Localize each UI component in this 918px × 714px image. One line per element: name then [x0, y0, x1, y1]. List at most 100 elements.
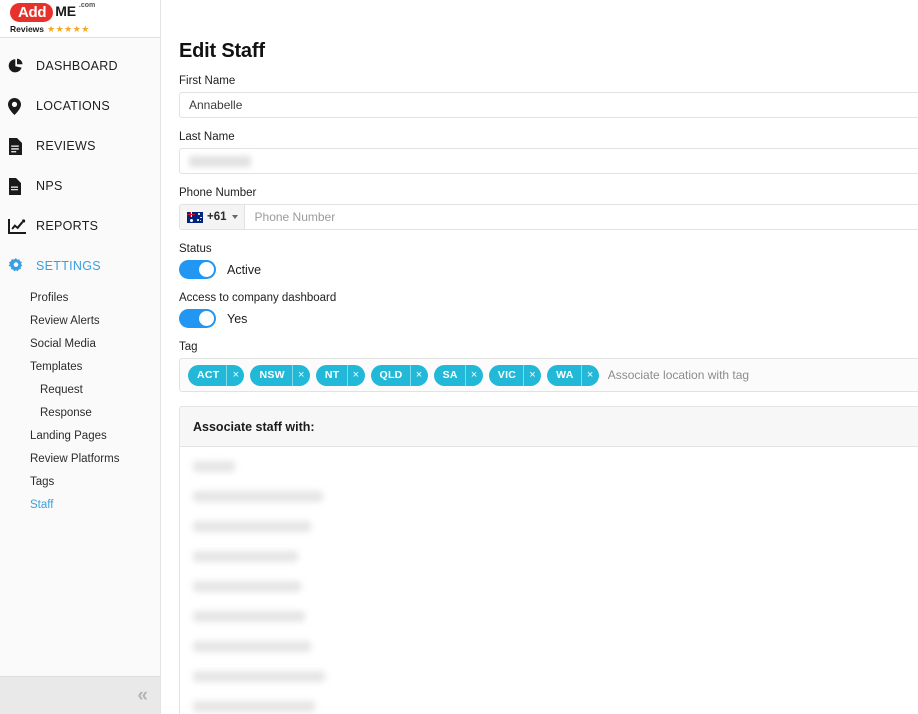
sidebar-item-label: LOCATIONS: [36, 99, 111, 113]
sidebar-item-settings[interactable]: SETTINGS: [0, 246, 160, 286]
sidebar-nav: DASHBOARD LOCATIONS REVIEWS NPS REPORTS …: [0, 38, 160, 516]
sidebar-subitem-landing-pages[interactable]: Landing Pages: [0, 424, 160, 447]
tag-pill-label: ACT: [197, 369, 220, 381]
chevron-double-left-icon: «: [137, 685, 148, 706]
tag-pill[interactable]: QLD ×: [370, 364, 428, 386]
tag-remove-icon[interactable]: ×: [291, 364, 310, 386]
sidebar-item-reports[interactable]: REPORTS: [0, 206, 160, 246]
sidebar-collapse-button[interactable]: «: [0, 676, 160, 714]
logo-me-text: ME: [55, 2, 76, 19]
tag-pill[interactable]: SA ×: [433, 364, 483, 386]
list-item[interactable]: [193, 671, 325, 682]
sidebar-item-label: SETTINGS: [36, 259, 101, 273]
list-item[interactable]: [193, 611, 305, 622]
sidebar-subitem-response[interactable]: Response: [0, 401, 160, 424]
tag-pill[interactable]: NSW ×: [250, 364, 310, 386]
tag-remove-icon[interactable]: ×: [523, 364, 541, 386]
first-name-input[interactable]: Annabelle: [179, 92, 918, 118]
associate-staff-list: [180, 447, 918, 712]
tag-pill-label: QLD: [379, 369, 403, 381]
app-root: Add ME .com Reviews ★★★★★ DASHBOARD LOCA…: [0, 0, 918, 714]
sidebar-item-reviews[interactable]: REVIEWS: [0, 126, 160, 166]
logo-wrap: Add ME .com Reviews ★★★★★: [10, 1, 115, 35]
tag-pill[interactable]: WA ×: [547, 364, 599, 386]
field-tag: Tag ACT × NSW × NT × QLD × SA × VIC × WA…: [179, 340, 918, 392]
associate-staff-header: Associate staff with:: [180, 407, 918, 447]
last-name-input[interactable]: [179, 148, 918, 174]
brand-logo[interactable]: Add ME .com Reviews ★★★★★: [0, 0, 160, 38]
sidebar-subitem-templates[interactable]: Templates: [0, 355, 160, 378]
country-code-selector[interactable]: +61: [180, 205, 245, 229]
rating-stars-icon: ★★★★★: [47, 23, 90, 34]
sidebar-subitem-label: Review Alerts: [30, 314, 100, 327]
sidebar-subitem-tags[interactable]: Tags: [0, 470, 160, 493]
document-lines-icon: [8, 137, 30, 155]
tag-remove-icon[interactable]: ×: [409, 364, 428, 386]
sidebar-item-label: NPS: [36, 179, 63, 193]
sidebar-subitem-label: Staff: [30, 498, 54, 511]
field-status: Status Active: [179, 242, 918, 279]
tag-label: Tag: [179, 341, 198, 353]
list-item[interactable]: [193, 701, 315, 712]
sidebar-subitem-label: Templates: [30, 360, 83, 373]
tag-pill-label: WA: [556, 369, 574, 381]
logo-add-text: Add: [10, 2, 54, 22]
list-item[interactable]: [193, 641, 311, 652]
tag-pill-label: NT: [324, 369, 340, 381]
associate-staff-card: Associate staff with:: [179, 406, 918, 714]
status-toggle-row: Active: [179, 260, 918, 279]
map-pin-icon: [8, 97, 30, 115]
tag-remove-icon[interactable]: ×: [464, 364, 483, 386]
status-toggle[interactable]: [179, 260, 216, 279]
sidebar-subitem-request[interactable]: Request: [0, 378, 160, 401]
sidebar-item-locations[interactable]: LOCATIONS: [0, 86, 160, 126]
tag-input[interactable]: ACT × NSW × NT × QLD × SA × VIC × WA × A…: [179, 358, 918, 392]
status-state-text: Active: [227, 262, 262, 277]
sidebar-item-label: REPORTS: [36, 219, 99, 233]
tag-remove-icon[interactable]: ×: [226, 364, 244, 386]
tag-remove-icon[interactable]: ×: [346, 364, 365, 386]
list-item[interactable]: [193, 551, 298, 562]
tag-remove-icon[interactable]: ×: [580, 364, 599, 386]
sidebar-subitem-label: Tags: [30, 475, 55, 488]
tag-input-placeholder: Associate location with tag: [607, 368, 750, 382]
dashboard-access-toggle[interactable]: [179, 309, 216, 328]
dashboard-access-state-text: Yes: [227, 311, 248, 326]
tag-pill[interactable]: NT ×: [315, 364, 365, 386]
pie-chart-icon: [8, 57, 30, 75]
sidebar-item-label: DASHBOARD: [36, 59, 118, 73]
list-item[interactable]: [193, 461, 235, 472]
sidebar-subitem-review-alerts[interactable]: Review Alerts: [0, 309, 160, 332]
document-icon: [8, 177, 30, 195]
sidebar-subitem-label: Review Platforms: [30, 452, 120, 465]
first-name-value: Annabelle: [189, 98, 243, 112]
country-code-value: +61: [207, 211, 227, 223]
phone-number-input[interactable]: +61 Phone Number: [179, 204, 918, 230]
list-item[interactable]: [193, 491, 323, 502]
dashboard-access-label: Access to company dashboard: [179, 292, 337, 304]
phone-number-placeholder: Phone Number: [254, 210, 336, 224]
list-item[interactable]: [193, 521, 311, 532]
tag-pill[interactable]: VIC ×: [488, 364, 542, 386]
sidebar-item-dashboard[interactable]: DASHBOARD: [0, 46, 160, 86]
tag-pill[interactable]: ACT ×: [188, 364, 245, 386]
sidebar-subitem-label: Request: [40, 383, 83, 396]
field-first-name: First Name Annabelle: [179, 74, 918, 118]
au-flag-icon: [187, 211, 203, 223]
status-label: Status: [179, 243, 212, 255]
tag-pill-label: NSW: [259, 369, 285, 381]
sidebar-subitem-review-platforms[interactable]: Review Platforms: [0, 447, 160, 470]
list-item[interactable]: [193, 581, 301, 592]
gear-icon: [8, 257, 30, 275]
logo-com-text: .com: [78, 1, 96, 9]
phone-number-label: Phone Number: [179, 187, 257, 199]
logo-reviews-text: Reviews: [10, 23, 45, 34]
tag-pill-label: SA: [442, 369, 458, 381]
main-content: Edit Staff First Name Annabelle Last Nam…: [170, 0, 918, 714]
chevron-down-icon: [231, 215, 238, 219]
sidebar-subitem-social-media[interactable]: Social Media: [0, 332, 160, 355]
sidebar-subitem-label: Profiles: [30, 291, 69, 304]
sidebar-subitem-staff[interactable]: Staff: [0, 493, 160, 516]
sidebar-item-nps[interactable]: NPS: [0, 166, 160, 206]
sidebar-subitem-profiles[interactable]: Profiles: [0, 286, 160, 309]
